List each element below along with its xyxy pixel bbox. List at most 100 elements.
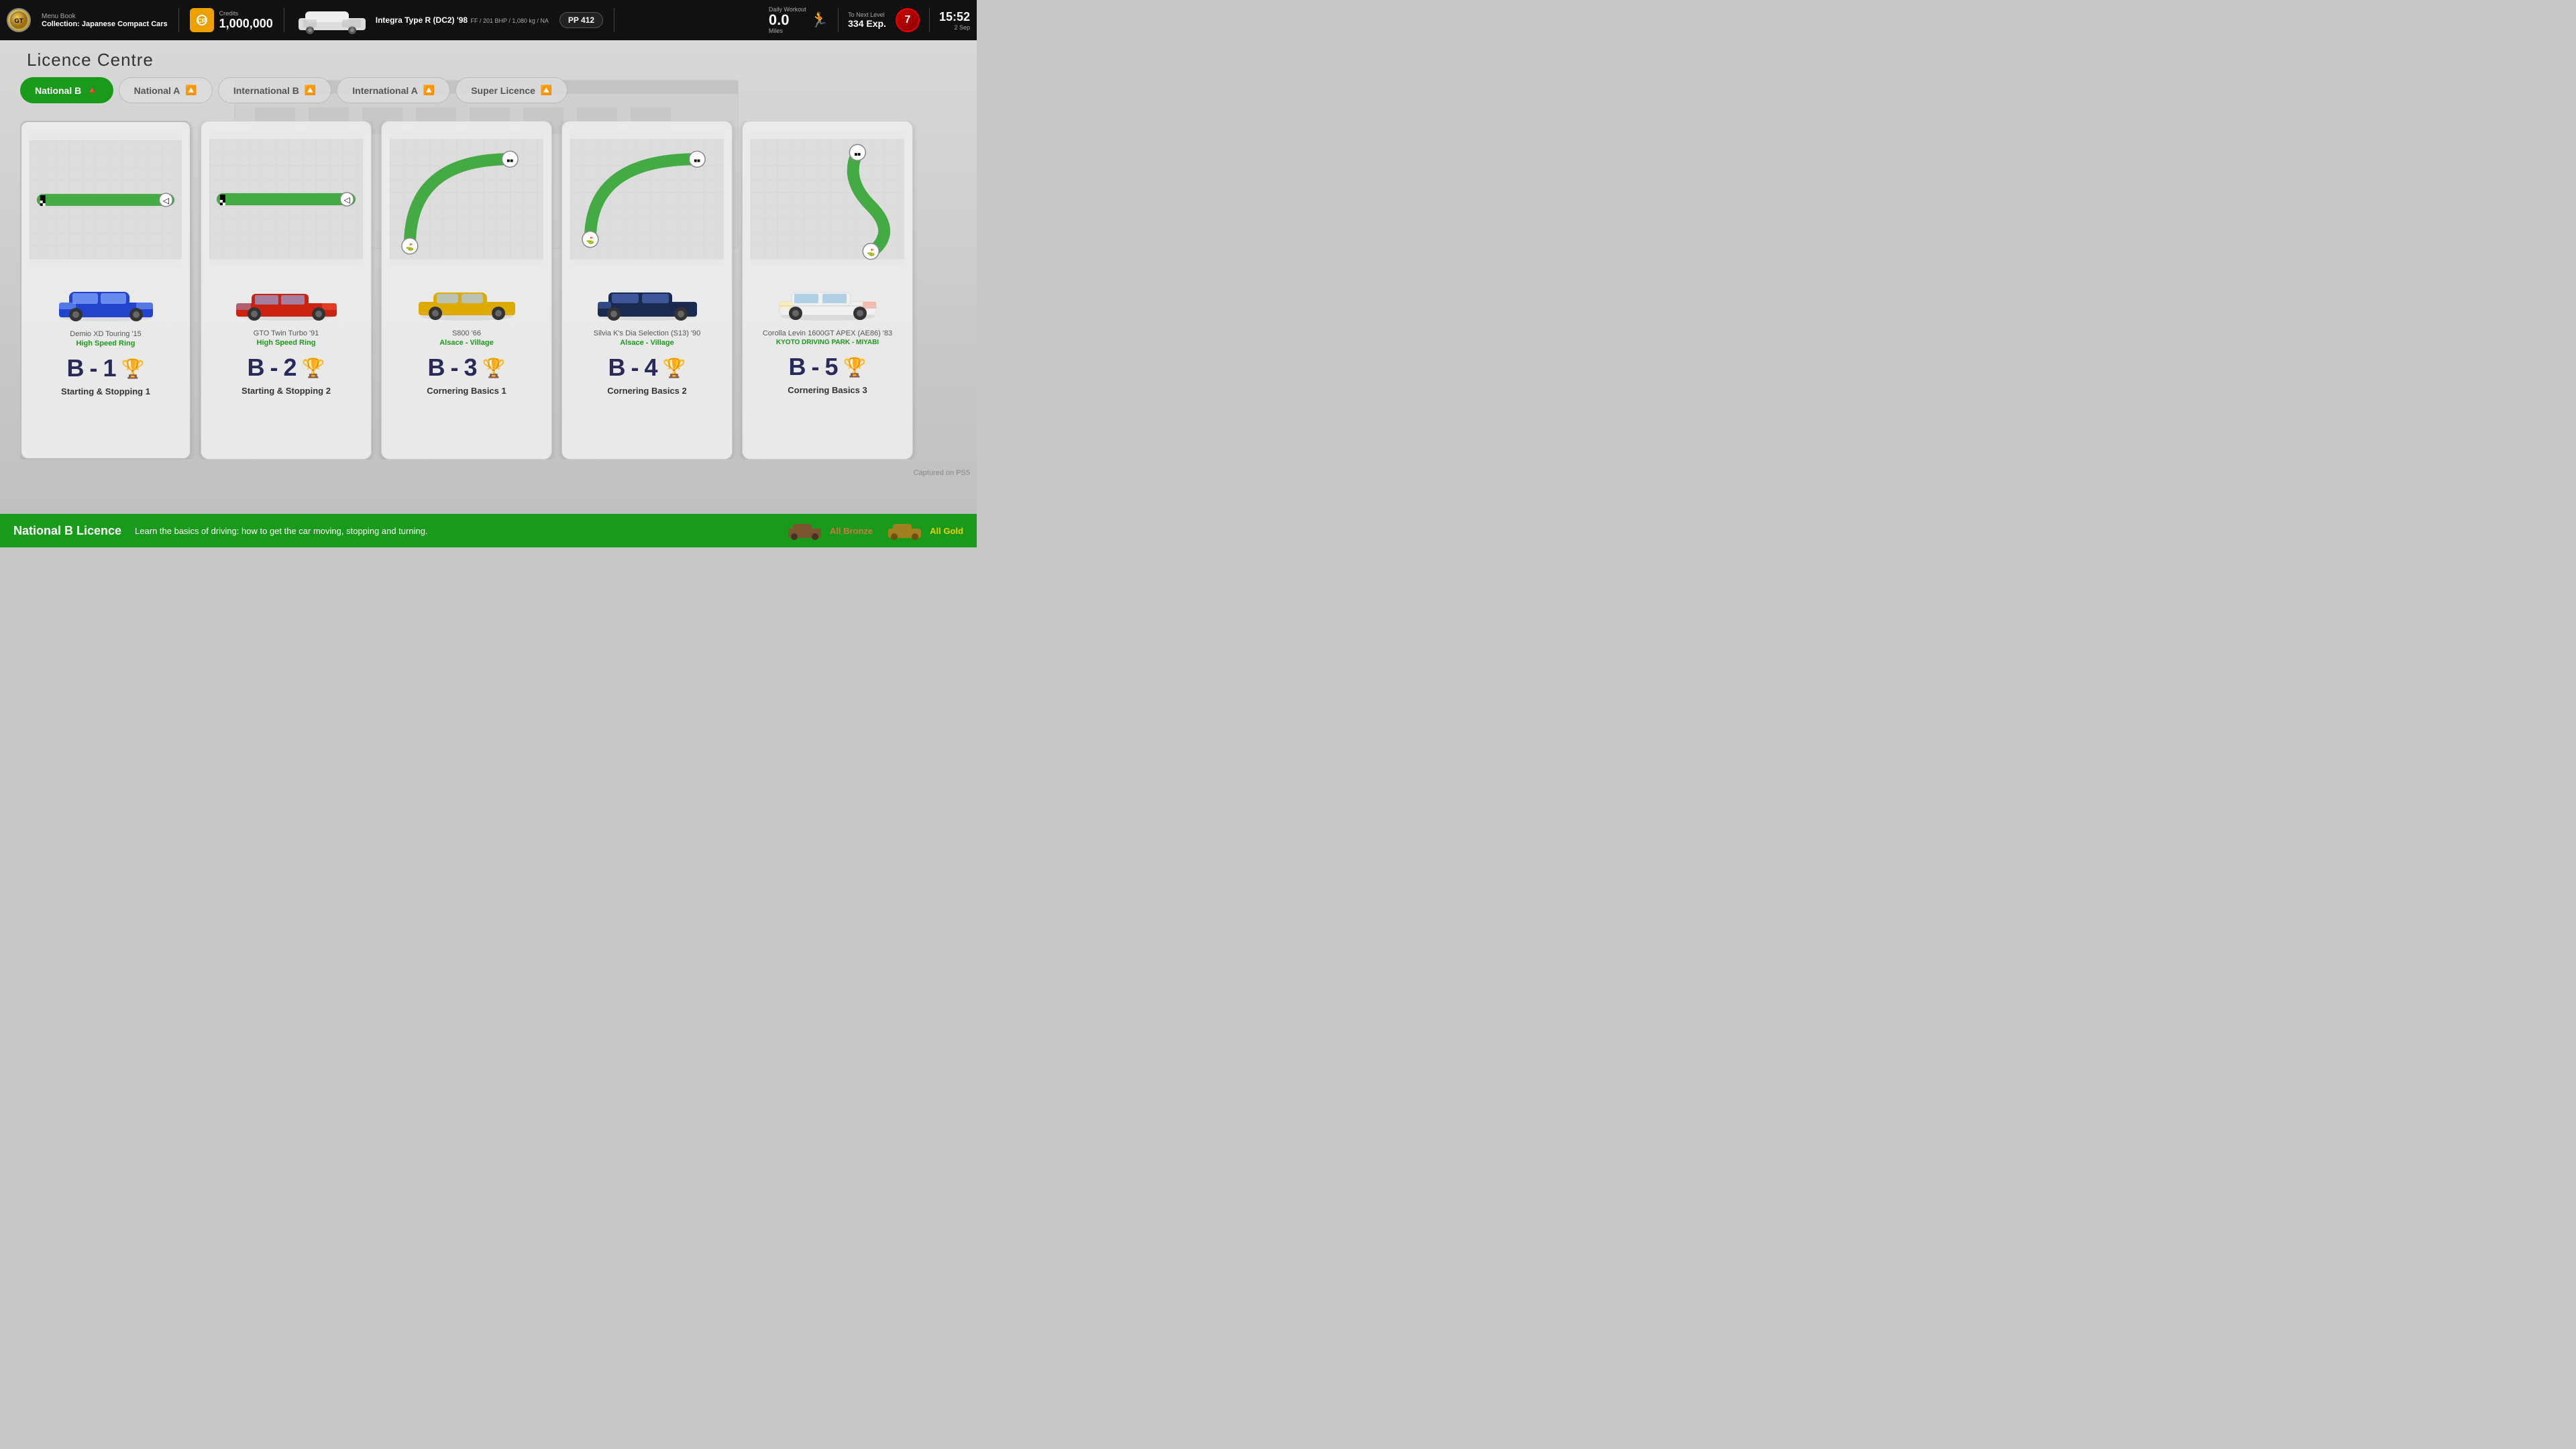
trophy-b5: 🏆: [843, 356, 867, 378]
card-b1[interactable]: ◁ Demio XD Touring '15 High Speed Ring: [20, 121, 191, 460]
badge-text-b2: B - 2: [248, 354, 297, 382]
tab-national-b-cone: 🔺: [87, 85, 98, 96]
car-name-b4: Silvia K's Dia Selection (S13) '90: [594, 329, 701, 337]
badge-b2: B - 2 🏆: [248, 354, 325, 382]
svg-text:⛳: ⛳: [586, 236, 594, 245]
svg-text:GT: GT: [15, 17, 23, 24]
badge-b1: B - 1 🏆: [67, 354, 145, 382]
track-name-b1: High Speed Ring: [76, 339, 136, 347]
runner-icon: 🏃: [810, 11, 828, 29]
badge-text-b5: B - 5: [789, 353, 838, 381]
tab-national-b[interactable]: National B 🔺: [20, 77, 113, 103]
track-name-b3: Alsace - Village: [439, 339, 494, 347]
divider-5: [929, 8, 930, 32]
tab-national-b-label: National B: [35, 85, 81, 96]
track-diagram-b4: ⛳ ■■: [570, 132, 724, 266]
gt-logo: GT: [7, 8, 31, 32]
daily-unit: Miles: [769, 28, 806, 34]
time-value: 15:52: [939, 10, 970, 24]
tab-national-a[interactable]: National A 🔼: [119, 77, 213, 103]
next-level-exp: 334 Exp.: [848, 18, 886, 29]
card-b2[interactable]: ◁ GTO Twin Turbo '91 High Speed Ring: [201, 121, 372, 460]
next-level-label: To Next Level: [848, 11, 886, 18]
track-name-b4: Alsace - Village: [620, 339, 674, 347]
car-name-b5: Corolla Levin 1600GT APEX (AE86) '83: [763, 329, 892, 337]
car-thumbnail: [295, 5, 369, 36]
svg-text:■■: ■■: [854, 151, 861, 157]
track-diagram-b3: ⛳ ■■: [390, 132, 543, 266]
all-bronze-label: All Bronze: [830, 526, 873, 536]
tab-international-b[interactable]: International B 🔼: [218, 77, 331, 103]
trophy-b4: 🏆: [663, 357, 686, 379]
all-gold-label: All Gold: [930, 526, 963, 536]
time-section: 15:52 2 Sep: [939, 10, 970, 31]
badge-b5: B - 5 🏆: [789, 353, 867, 381]
lesson-b5: Cornering Basics 3: [788, 385, 867, 395]
tab-international-a[interactable]: International A 🔼: [337, 77, 450, 103]
credits-label: Credits: [219, 10, 273, 17]
lesson-b1: Starting & Stopping 1: [61, 386, 150, 396]
card-b4[interactable]: ⛳ ■■ Silvia K's Dia Selection (S13) '90: [561, 121, 733, 460]
tab-super-licence[interactable]: Super Licence 🔼: [455, 77, 568, 103]
badge-text-b3: B - 3: [428, 354, 477, 382]
card-b3[interactable]: ⛳ ■■ S800 '66 Alsace - Village: [381, 121, 552, 460]
trophy-b2: 🏆: [302, 357, 325, 379]
tab-international-a-cone: 🔼: [423, 85, 435, 96]
car-section: Integra Type R (DC2) '98 FF / 201 BHP / …: [295, 5, 549, 36]
lesson-b2: Starting & Stopping 2: [241, 386, 331, 396]
level-badge: 7: [896, 8, 920, 32]
trophy-b3: 🏆: [482, 357, 506, 379]
cards-area: ◁ Demio XD Touring '15 High Speed Ring: [20, 121, 977, 460]
svg-text:⛳: ⛳: [867, 248, 875, 257]
next-level: To Next Level 334 Exp.: [848, 11, 886, 29]
captured-text: Captured on PS5: [914, 469, 970, 477]
trophy-b1: 🏆: [121, 358, 145, 380]
divider-1: [178, 8, 179, 32]
track-diagram-b1: ◁: [30, 133, 182, 267]
tab-international-a-label: International A: [352, 85, 418, 96]
track-name-b5: KYOTO DRIVING PARK - MIYABI: [776, 339, 879, 346]
badge-text-b1: B - 1: [67, 354, 116, 382]
all-gold-section: All Gold: [886, 521, 963, 541]
car-name: Integra Type R (DC2) '98: [376, 15, 468, 25]
car-image-b5: [774, 278, 881, 325]
tab-national-a-label: National A: [134, 85, 180, 96]
daily-block: Daily Workout 0.0 Miles: [769, 6, 806, 34]
track-name-b2: High Speed Ring: [257, 339, 316, 347]
svg-text:⛳: ⛳: [406, 243, 414, 252]
daily-workout: Daily Workout 0.0 Miles 🏃: [769, 6, 828, 34]
top-bar: GT Menu Book Collection: Japanese Compac…: [0, 0, 977, 40]
card-b5[interactable]: ■■ ⛳ Corolla Levin: [742, 121, 913, 460]
menu-label: Menu Book: [42, 13, 168, 20]
credits-icon: CR: [190, 8, 214, 32]
page-title: Licence Centre: [27, 50, 154, 70]
daily-miles: 0.0: [769, 13, 806, 28]
car-name-b3: S800 '66: [452, 329, 481, 337]
lesson-b4: Cornering Basics 2: [607, 386, 687, 396]
time-date: 2 Sep: [954, 24, 970, 31]
all-bronze-section: All Bronze: [786, 521, 873, 541]
top-bar-right: Daily Workout 0.0 Miles 🏃 To Next Level …: [769, 6, 970, 34]
svg-text:■■: ■■: [694, 158, 700, 164]
tab-national-a-cone: 🔼: [185, 85, 197, 96]
car-image-b2: [233, 278, 340, 325]
menu-book-section: Menu Book Collection: Japanese Compact C…: [42, 13, 168, 28]
track-diagram-b5: ■■ ⛳: [751, 132, 904, 266]
badge-b4: B - 4 🏆: [608, 354, 686, 382]
bottom-title: National B Licence: [13, 524, 121, 538]
tab-international-b-label: International B: [233, 85, 299, 96]
gold-car-icon: [886, 521, 923, 541]
car-image-b1: [52, 279, 160, 326]
main-content: Licence Centre National B 🔺 National A 🔼…: [0, 40, 977, 514]
badge-text-b4: B - 4: [608, 354, 657, 382]
car-image-b4: [594, 278, 701, 325]
credits-value: 1,000,000: [219, 17, 273, 31]
track-diagram-b2: ◁: [209, 132, 363, 266]
bottom-bar: National B Licence Learn the basics of d…: [0, 514, 977, 547]
car-info: Integra Type R (DC2) '98 FF / 201 BHP / …: [376, 14, 549, 26]
licence-tabs: National B 🔺 National A 🔼 International …: [20, 77, 568, 103]
car-name-b1: Demio XD Touring '15: [70, 330, 141, 338]
tab-super-licence-cone: 🔼: [541, 85, 552, 96]
collection-label: Collection: Japanese Compact Cars: [42, 20, 168, 28]
svg-text:◁: ◁: [344, 195, 351, 205]
